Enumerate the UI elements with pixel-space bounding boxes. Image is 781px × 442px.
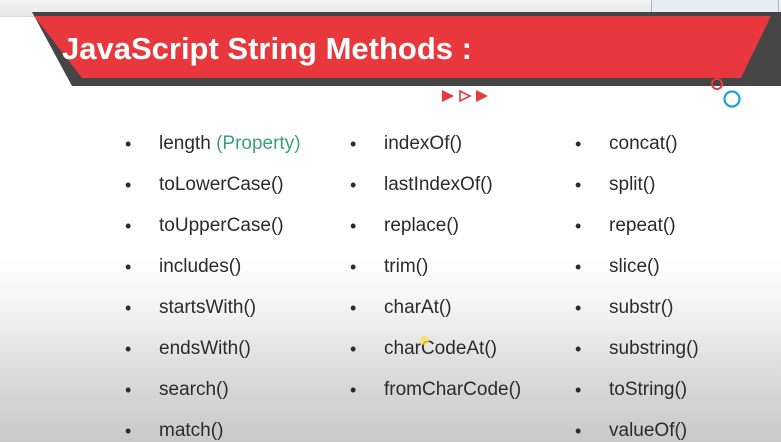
method-name: toLowerCase() (159, 174, 284, 195)
bullet-icon: • (575, 421, 582, 441)
slide: JavaScript String Methods : • length (Pro… (0, 0, 781, 442)
method-list-item: • charCodeAt() (350, 334, 521, 375)
method-name: lastIndexOf() (384, 174, 493, 195)
bullet-icon: • (125, 175, 132, 195)
method-name: slice() (609, 256, 660, 277)
method-name: toUpperCase() (159, 215, 284, 236)
bullet-icon: • (575, 380, 582, 400)
bullet-icon: • (350, 134, 357, 154)
method-name: valueOf() (609, 420, 688, 441)
bullet-icon: • (350, 380, 357, 400)
method-list-item: • split() (575, 170, 699, 211)
method-list-item: • valueOf() (575, 416, 699, 442)
method-name: endsWith() (159, 338, 251, 359)
bullet-icon: • (350, 175, 357, 195)
method-name: replace() (384, 215, 459, 236)
method-list-item: • substr() (575, 293, 699, 334)
method-list-item: • substring() (575, 334, 699, 375)
method-list-item: • lastIndexOf() (350, 170, 521, 211)
method-list-item: • charAt() (350, 293, 521, 334)
method-list-item: • search() (125, 375, 301, 416)
method-list-item: • toUpperCase() (125, 211, 301, 252)
method-name: charCodeAt() (384, 338, 497, 359)
methods-column-3: • concat() • split() • repeat() • slice() • subst… (575, 129, 699, 442)
method-name: search() (159, 379, 229, 400)
bullet-icon: • (125, 216, 132, 236)
method-name: match() (159, 420, 224, 441)
method-name: substring() (609, 338, 699, 359)
method-list-item: • trim() (350, 252, 521, 293)
method-name: concat() (609, 133, 678, 154)
method-name: toString() (609, 379, 688, 400)
method-name: repeat() (609, 215, 676, 236)
method-list-item: • indexOf() (350, 129, 521, 170)
bullet-icon: • (125, 257, 132, 277)
method-list-item: • match() (125, 416, 301, 442)
method-list-item: • toString() (575, 375, 699, 416)
method-list-item: • concat() (575, 129, 699, 170)
bullet-icon: • (350, 339, 357, 359)
method-name: startsWith() (159, 297, 257, 318)
method-name: includes() (159, 256, 242, 277)
bullet-icon: • (350, 298, 357, 318)
method-name: trim() (384, 256, 429, 277)
bullet-icon: • (575, 298, 582, 318)
method-list-item: • fromCharCode() (350, 375, 521, 416)
bullet-icon: • (350, 216, 357, 236)
method-name: fromCharCode() (384, 379, 522, 400)
bullet-icon: • (350, 257, 357, 277)
method-list-item: • includes() (125, 252, 301, 293)
method-name: charAt() (384, 297, 452, 318)
bullet-icon: • (125, 421, 132, 441)
methods-column-1: • length (Property) • toLowerCase() • toUpper… (125, 129, 301, 442)
bullet-icon: • (575, 175, 582, 195)
method-list-item: • length (Property) (125, 129, 301, 170)
method-name: indexOf() (384, 133, 463, 154)
method-list-item: • toLowerCase() (125, 170, 301, 211)
property-note: (Property) (216, 133, 301, 154)
bullet-icon: • (575, 216, 582, 236)
bullet-icon: • (125, 134, 132, 154)
method-list-item: • replace() (350, 211, 521, 252)
bullet-icon: • (575, 134, 582, 154)
bullet-icon: • (125, 339, 132, 359)
slide-title: JavaScript String Methods : (62, 31, 472, 66)
cursor-highlight (420, 336, 429, 345)
bullet-icon: • (125, 298, 132, 318)
method-list-item: • startsWith() (125, 293, 301, 334)
bullet-icon: • (125, 380, 132, 400)
methods-column-2: • indexOf() • lastIndexOf() • replace() • trim(… (350, 129, 521, 416)
method-name: substr() (609, 297, 674, 318)
bullet-icon: • (575, 257, 582, 277)
method-name: split() (609, 174, 656, 195)
play-triangles-icon (442, 89, 488, 103)
method-list-item: • repeat() (575, 211, 699, 252)
method-list-item: • endsWith() (125, 334, 301, 375)
method-name: length (159, 133, 211, 154)
circles-decoration-icon (711, 78, 741, 108)
bullet-icon: • (575, 339, 582, 359)
method-list-item: • slice() (575, 252, 699, 293)
